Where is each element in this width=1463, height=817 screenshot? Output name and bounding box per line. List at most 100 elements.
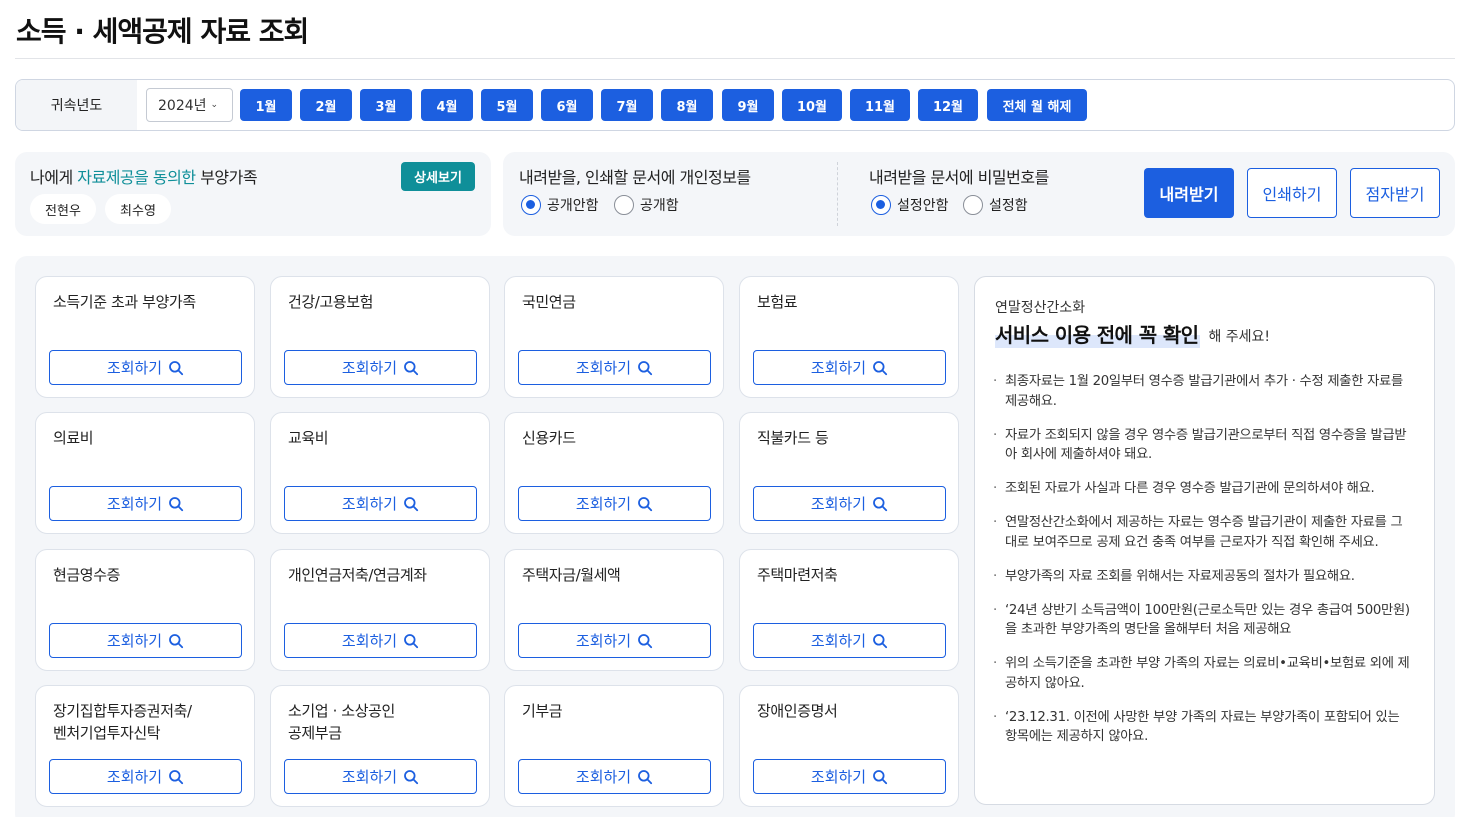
query-button-label: 조회하기 xyxy=(341,768,398,786)
dependent-chip: 최수영 xyxy=(105,194,171,224)
radio-label: 설정안함 xyxy=(897,198,949,214)
radio-unselected-icon xyxy=(614,195,634,215)
month-button-9[interactable]: 9월 xyxy=(722,89,774,121)
braille-button[interactable]: 점자받기 xyxy=(1350,168,1440,218)
notice-headline-tail: 해 주세요! xyxy=(1208,329,1271,345)
query-button[interactable]: 조회하기 xyxy=(284,486,477,521)
query-button[interactable]: 조회하기 xyxy=(518,350,711,385)
query-button[interactable]: 조회하기 xyxy=(284,350,477,385)
category-card: 개인연금저축/연금계좌조회하기 xyxy=(270,549,490,671)
query-button[interactable]: 조회하기 xyxy=(284,623,477,658)
notice-list: 최종자료는 1월 20일부터 영수증 발급기관에서 추가 · 수정 제출한 자료… xyxy=(993,372,1413,761)
search-icon xyxy=(873,496,888,511)
notice-headline-strong: 서비스 이용 전에 꼭 확인 xyxy=(995,319,1201,348)
category-card: 교육비조회하기 xyxy=(270,412,490,534)
category-title: 신용카드 xyxy=(522,429,576,447)
query-button[interactable]: 조회하기 xyxy=(49,759,242,794)
query-button[interactable]: 조회하기 xyxy=(518,486,711,521)
search-icon xyxy=(404,769,419,784)
page-title: 소득 · 세액공제 자료 조회 xyxy=(16,15,309,48)
month-button-12[interactable]: 12월 xyxy=(918,89,978,121)
category-title: 개인연금저축/연금계좌 xyxy=(288,566,427,584)
print-button[interactable]: 인쇄하기 xyxy=(1247,168,1337,218)
radio-password-none[interactable]: 설정안함 xyxy=(871,195,949,215)
search-icon xyxy=(404,496,419,511)
query-button-label: 조회하기 xyxy=(810,768,867,786)
query-button-label: 조회하기 xyxy=(575,768,632,786)
personal-info-option-title: 내려받을, 인쇄할 문서에 개인정보를 xyxy=(519,168,751,187)
query-button[interactable]: 조회하기 xyxy=(284,759,477,794)
query-button-label: 조회하기 xyxy=(106,359,163,377)
notice-item: 연말정산간소화에서 제공하는 자료는 영수증 발급기관이 제출한 자료를 그대로… xyxy=(993,513,1413,552)
category-card: 기부금조회하기 xyxy=(504,685,724,807)
radio-unselected-icon xyxy=(963,195,983,215)
query-button[interactable]: 조회하기 xyxy=(518,623,711,658)
notice-item: ‘23.12.31. 이전에 사망한 부양 가족의 자료는 부양가족이 포함되어… xyxy=(993,708,1413,747)
chevron-down-icon: ⌄ xyxy=(210,100,219,110)
category-title: 기부금 xyxy=(522,702,563,720)
search-icon xyxy=(404,633,419,648)
month-button-7[interactable]: 7월 xyxy=(601,89,653,121)
category-title: 직불카드 등 xyxy=(757,429,829,447)
notice-subtitle: 연말정산간소화 xyxy=(995,300,1086,316)
category-card: 보험료조회하기 xyxy=(739,276,959,398)
month-button-3[interactable]: 3월 xyxy=(360,89,412,121)
query-button[interactable]: 조회하기 xyxy=(753,486,946,521)
dependents-panel: 나에게 자료제공을 동의한 부양가족 상세보기 전현우 최수영 xyxy=(15,152,491,236)
query-button[interactable]: 조회하기 xyxy=(753,350,946,385)
category-title: 장기집합투자증권저축/ 벤처기업투자신탁 xyxy=(53,702,192,742)
radio-personal-info-show[interactable]: 공개함 xyxy=(614,195,679,215)
category-card: 건강/고용보험 조회하기 xyxy=(270,276,490,398)
password-option-title: 내려받을 문서에 비밀번호를 xyxy=(869,168,1049,187)
download-button[interactable]: 내려받기 xyxy=(1144,168,1234,218)
month-button-6[interactable]: 6월 xyxy=(541,89,593,121)
month-button-2[interactable]: 2월 xyxy=(300,89,352,121)
category-title: 소득기준 초과 부양가족 xyxy=(53,293,196,311)
category-title: 교육비 xyxy=(288,429,329,447)
category-card: 주택자금/월세액 조회하기 xyxy=(504,549,724,671)
query-button[interactable]: 조회하기 xyxy=(49,350,242,385)
category-title: 주택마련저축 xyxy=(757,566,838,584)
month-button-1[interactable]: 1월 xyxy=(240,89,292,121)
category-title: 의료비 xyxy=(53,429,94,447)
query-button-label: 조회하기 xyxy=(341,632,398,650)
month-button-11[interactable]: 11월 xyxy=(850,89,910,121)
category-title: 보험료 xyxy=(757,293,798,311)
category-card: 소기업 · 소상공인 공제부금 조회하기 xyxy=(270,685,490,807)
dependents-title: 나에게 자료제공을 동의한 부양가족 xyxy=(30,164,258,188)
query-button[interactable]: 조회하기 xyxy=(753,623,946,658)
radio-personal-info-hide[interactable]: 공개안함 xyxy=(521,195,599,215)
query-button-label: 조회하기 xyxy=(341,495,398,513)
notice-item: ‘24년 상반기 소득금액이 100만원(근로소득만 있는 경우 총급여 500… xyxy=(993,601,1413,640)
category-card: 장애인증명서 조회하기 xyxy=(739,685,959,807)
search-icon xyxy=(404,360,419,375)
query-button[interactable]: 조회하기 xyxy=(518,759,711,794)
detail-view-button[interactable]: 상세보기 xyxy=(401,162,475,191)
month-button-10[interactable]: 10월 xyxy=(782,89,842,121)
radio-password-set[interactable]: 설정함 xyxy=(963,195,1028,215)
month-button-5[interactable]: 5월 xyxy=(481,89,533,121)
dependents-title-highlight: 자료제공을 동의한 xyxy=(77,168,196,187)
year-select[interactable]: 2024년 ⌄ xyxy=(146,88,233,122)
query-button-label: 조회하기 xyxy=(810,632,867,650)
month-button-8[interactable]: 8월 xyxy=(661,89,713,121)
query-button[interactable]: 조회하기 xyxy=(49,623,242,658)
category-card: 현금영수증 조회하기 xyxy=(35,549,255,671)
radio-label: 공개안함 xyxy=(547,198,599,214)
query-button[interactable]: 조회하기 xyxy=(753,759,946,794)
search-icon xyxy=(169,769,184,784)
dependent-chip: 전현우 xyxy=(30,194,96,224)
notice-item: 자료가 조회되지 않을 경우 영수증 발급기관으로부터 직접 영수증을 발급받아… xyxy=(993,426,1413,465)
notice-headline: 서비스 이용 전에 꼭 확인 해 주세요! xyxy=(995,319,1270,348)
options-divider xyxy=(837,162,838,226)
month-button-4[interactable]: 4월 xyxy=(421,89,473,121)
query-button[interactable]: 조회하기 xyxy=(49,486,242,521)
clear-all-months-button[interactable]: 전체 월 해제 xyxy=(987,89,1087,121)
query-button-label: 조회하기 xyxy=(106,768,163,786)
search-icon xyxy=(638,496,653,511)
category-card: 의료비조회하기 xyxy=(35,412,255,534)
category-card: 소득기준 초과 부양가족조회하기 xyxy=(35,276,255,398)
year-label: 귀속년도 xyxy=(16,80,137,130)
search-icon xyxy=(169,496,184,511)
dependents-title-suffix: 부양가족 xyxy=(195,168,258,187)
